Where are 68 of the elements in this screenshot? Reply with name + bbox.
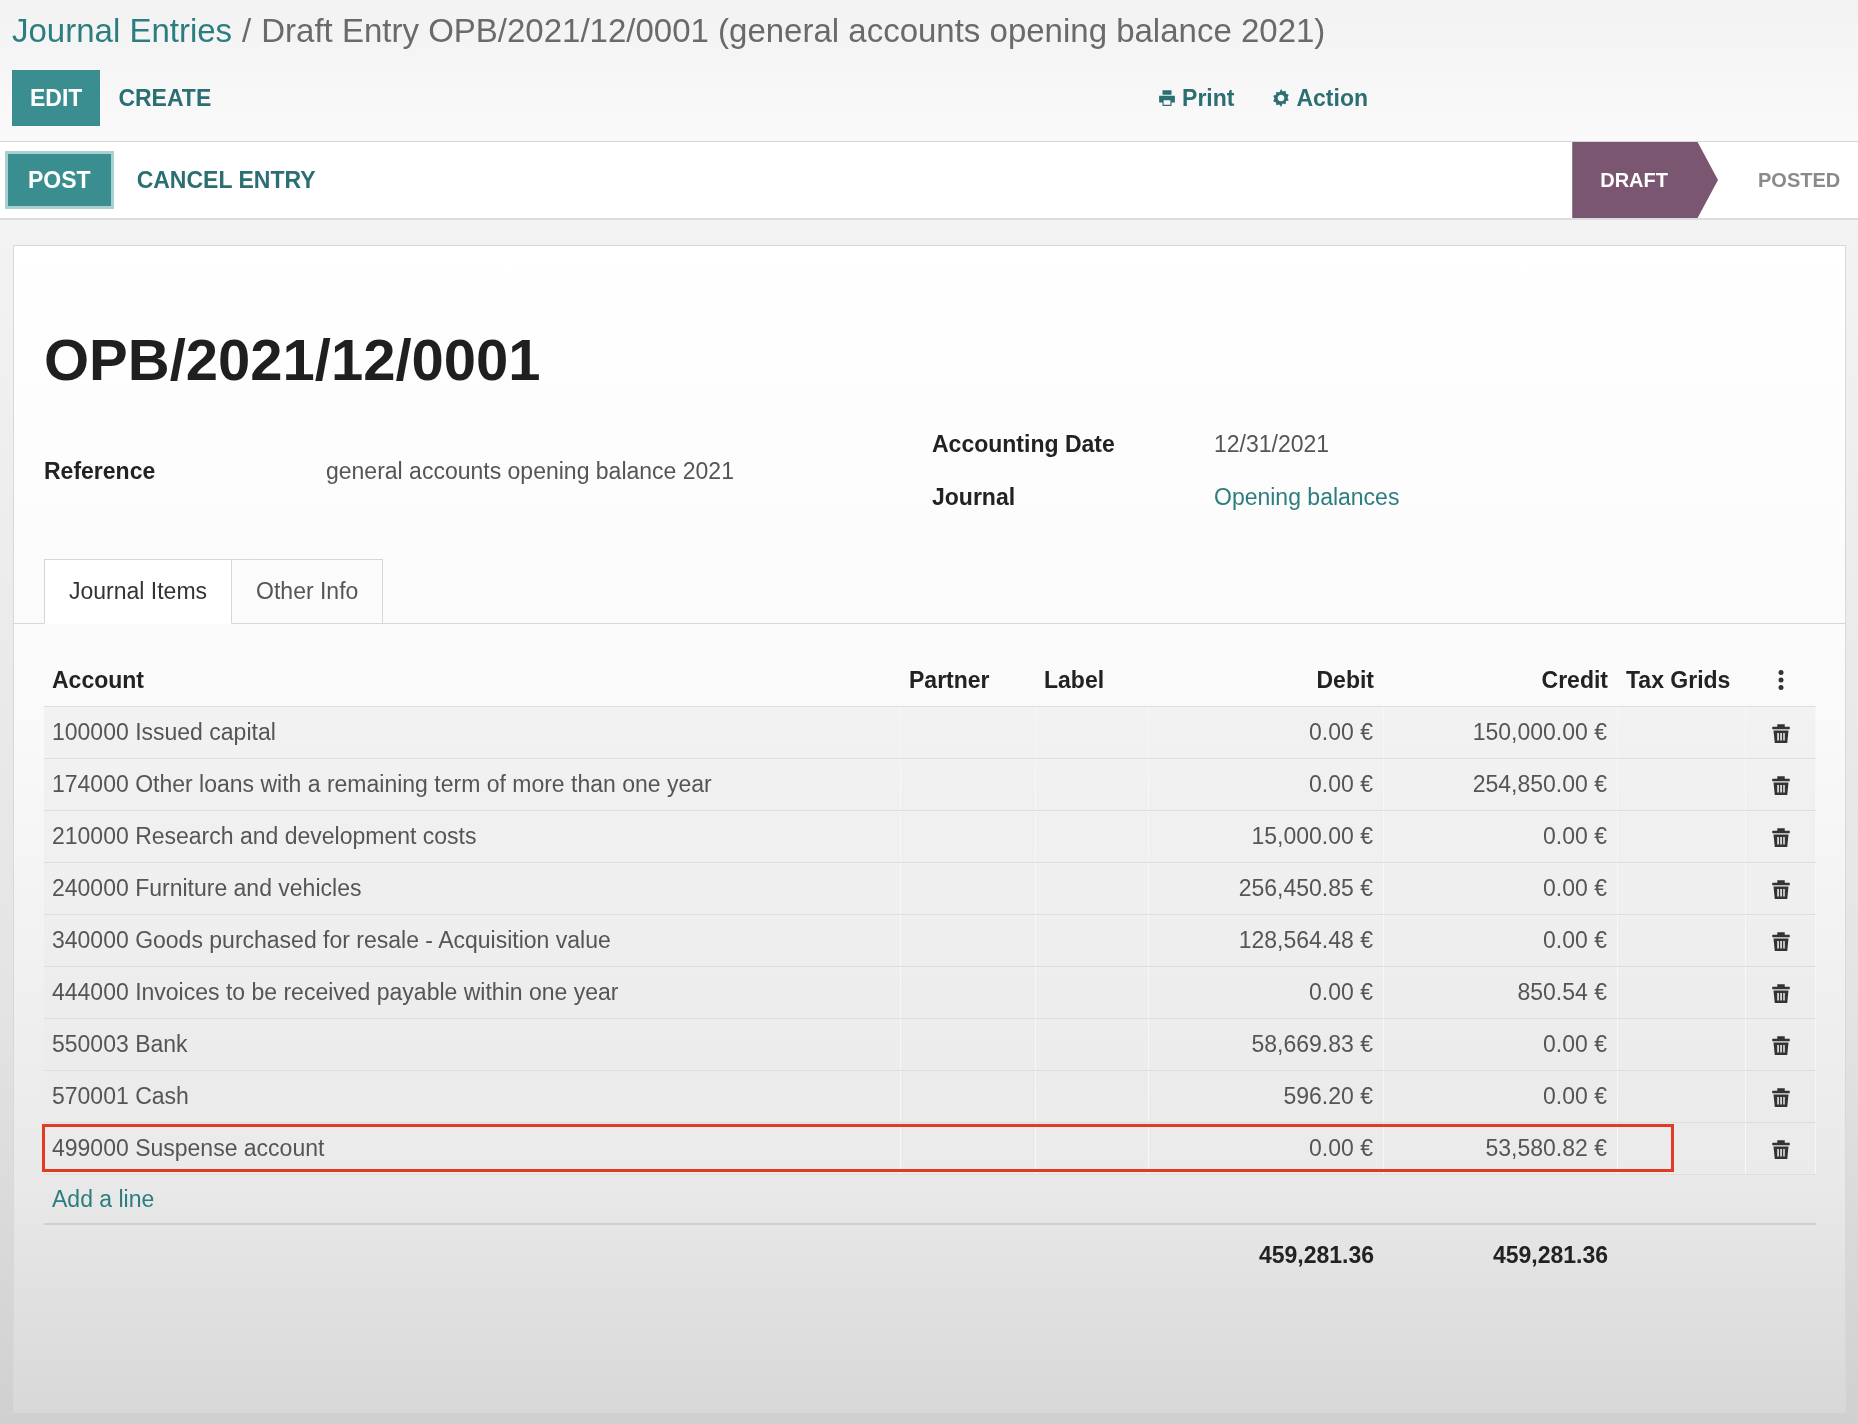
debit-cell: 15,000.00 € [1149, 811, 1384, 862]
more-options-icon[interactable] [1778, 670, 1784, 690]
credit-cell: 0.00 € [1384, 863, 1618, 914]
account-cell: 100000 Issued capital [44, 707, 901, 758]
debit-cell: 0.00 € [1149, 967, 1384, 1018]
credit-cell: 850.54 € [1384, 967, 1618, 1018]
breadcrumb-link[interactable]: Journal Entries [12, 12, 233, 50]
cancel-entry-button[interactable]: CANCEL ENTRY [116, 154, 336, 206]
account-cell: 570001 Cash [44, 1071, 901, 1122]
debit-cell: 58,669.83 € [1149, 1019, 1384, 1070]
trash-icon[interactable] [1770, 929, 1791, 952]
account-cell: 240000 Furniture and vehicles [44, 863, 901, 914]
tab[interactable]: Other Info [232, 559, 384, 624]
trash-icon[interactable] [1770, 981, 1791, 1004]
gear-icon [1272, 89, 1291, 107]
credit-cell: 150,000.00 € [1384, 707, 1618, 758]
trash-icon[interactable] [1770, 1033, 1791, 1056]
debit-cell: 0.00 € [1149, 707, 1384, 758]
credit-cell: 0.00 € [1384, 811, 1618, 862]
credit-total: 459,281.36 [1491, 1241, 1609, 1269]
account-cell: 174000 Other loans with a remaining term of more than one year [44, 759, 901, 810]
field-label: Journal [932, 484, 1017, 511]
tab[interactable]: Journal Items [44, 559, 233, 624]
debit-cell: 256,450.85 € [1149, 863, 1384, 914]
column-header: Partner [908, 666, 991, 694]
credit-cell: 53,580.82 € [1384, 1123, 1618, 1174]
debit-cell: 0.00 € [1149, 1123, 1384, 1174]
account-cell: 444000 Invoices to be received payable within one year [44, 967, 901, 1018]
credit-cell: 0.00 € [1384, 915, 1618, 966]
debit-cell: 0.00 € [1149, 759, 1384, 810]
debit-cell: 596.20 € [1149, 1071, 1384, 1122]
page-title: Draft Entry OPB/2021/12/0001 (general accounts opening balance 2021) [261, 12, 1326, 50]
field-label: Accounting Date [932, 431, 1116, 458]
debit-cell: 128,564.48 € [1149, 915, 1384, 966]
trash-icon[interactable] [1770, 1085, 1791, 1108]
field-link[interactable]: Opening balances [1214, 484, 1845, 511]
trash-icon[interactable] [1770, 1137, 1791, 1160]
trash-icon[interactable] [1770, 877, 1791, 900]
breadcrumb-separator: / [242, 12, 252, 50]
add-line-link[interactable]: Add a line [52, 1185, 155, 1213]
debit-total: 459,281.36 [1257, 1241, 1375, 1269]
credit-cell: 0.00 € [1384, 1071, 1618, 1122]
trash-icon[interactable] [1770, 721, 1791, 744]
status-step[interactable]: POSTED [1718, 142, 1858, 218]
create-button[interactable]: CREATE [100, 70, 230, 126]
field-value: general accounts opening balance 2021 [326, 457, 735, 485]
column-header: Credit [1540, 666, 1609, 694]
account-cell: 210000 Research and development costs [44, 811, 901, 862]
column-header: Debit [1315, 666, 1375, 694]
column-header: Account [51, 666, 145, 694]
status-step[interactable]: DRAFT [1572, 142, 1718, 218]
account-cell: 550003 Bank [44, 1019, 901, 1070]
field-value: 12/31/2021 [1214, 431, 1331, 458]
record-title: OPB/2021/12/0001 [44, 326, 542, 393]
account-cell: 499000 Suspense account [44, 1123, 901, 1174]
action-button[interactable]: Action [1272, 84, 1368, 112]
column-header: Tax Grids [1625, 666, 1732, 694]
trash-icon[interactable] [1770, 773, 1791, 796]
column-header: Label [1043, 666, 1106, 694]
edit-button[interactable]: EDIT [12, 70, 101, 126]
post-button[interactable]: POST [8, 154, 111, 206]
trash-icon[interactable] [1770, 825, 1791, 848]
account-cell: 340000 Goods purchased for resale - Acquisition value [44, 915, 901, 966]
print-button[interactable]: Print [1158, 84, 1235, 112]
field-label: Reference [44, 457, 157, 485]
credit-cell: 0.00 € [1384, 1019, 1618, 1070]
printer-icon [1158, 89, 1177, 107]
credit-cell: 254,850.00 € [1384, 759, 1618, 810]
